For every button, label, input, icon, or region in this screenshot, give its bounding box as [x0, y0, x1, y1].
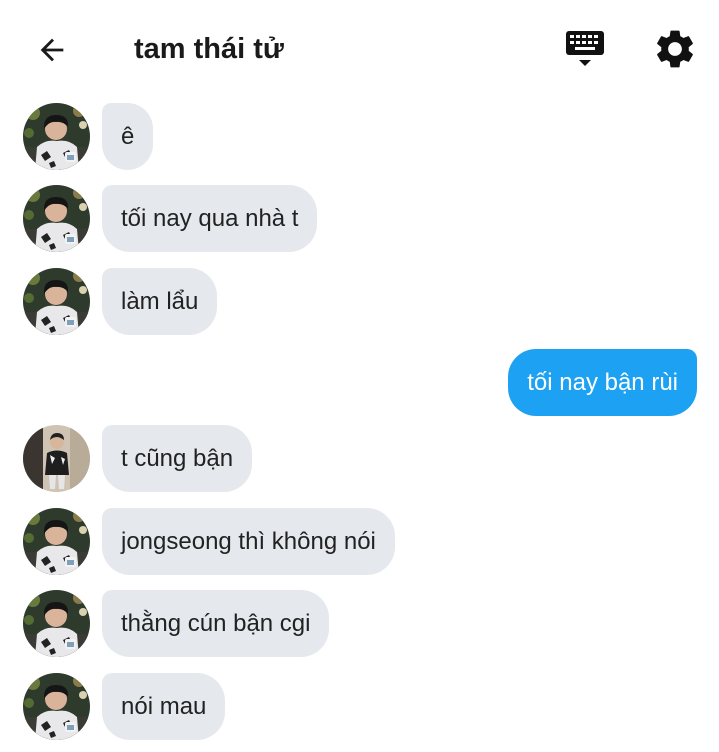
avatar-photo [23, 673, 90, 740]
avatar[interactable] [23, 590, 90, 657]
avatar[interactable] [23, 673, 90, 740]
message-bubble-incoming[interactable]: ê [102, 103, 154, 170]
message-bubble-outgoing[interactable]: tối nay bận rùi [508, 349, 697, 416]
message-bubble-incoming[interactable]: thằng cún bận cgi [102, 590, 330, 657]
avatar-photo [23, 425, 90, 492]
message-bubble-incoming[interactable]: nói mau [102, 673, 226, 740]
avatar-photo [23, 185, 90, 252]
avatar-photo [23, 590, 90, 657]
avatar[interactable] [23, 508, 90, 575]
chat-header: tam thái tử [0, 0, 719, 100]
avatar[interactable] [23, 103, 90, 170]
message-bubble-incoming[interactable]: t cũng bận [102, 425, 253, 492]
keyboard-icon [566, 31, 604, 66]
avatar-photo [23, 268, 90, 335]
avatar-photo [23, 103, 90, 170]
message-bubble-incoming[interactable]: tối nay qua nhà t [102, 185, 318, 252]
gear-icon [657, 30, 693, 68]
back-button[interactable] [30, 28, 74, 72]
message-bubble-incoming[interactable]: làm lẩu [102, 268, 218, 335]
keyboard-button[interactable] [562, 26, 608, 72]
avatar[interactable] [23, 425, 90, 492]
arrow-left-icon [40, 38, 64, 62]
settings-button[interactable] [652, 26, 698, 72]
avatar[interactable] [23, 268, 90, 335]
avatar-photo [23, 508, 90, 575]
avatar[interactable] [23, 185, 90, 252]
chat-title: tam thái tử [134, 33, 284, 65]
message-bubble-incoming[interactable]: jongseong thì không nói [102, 508, 395, 575]
